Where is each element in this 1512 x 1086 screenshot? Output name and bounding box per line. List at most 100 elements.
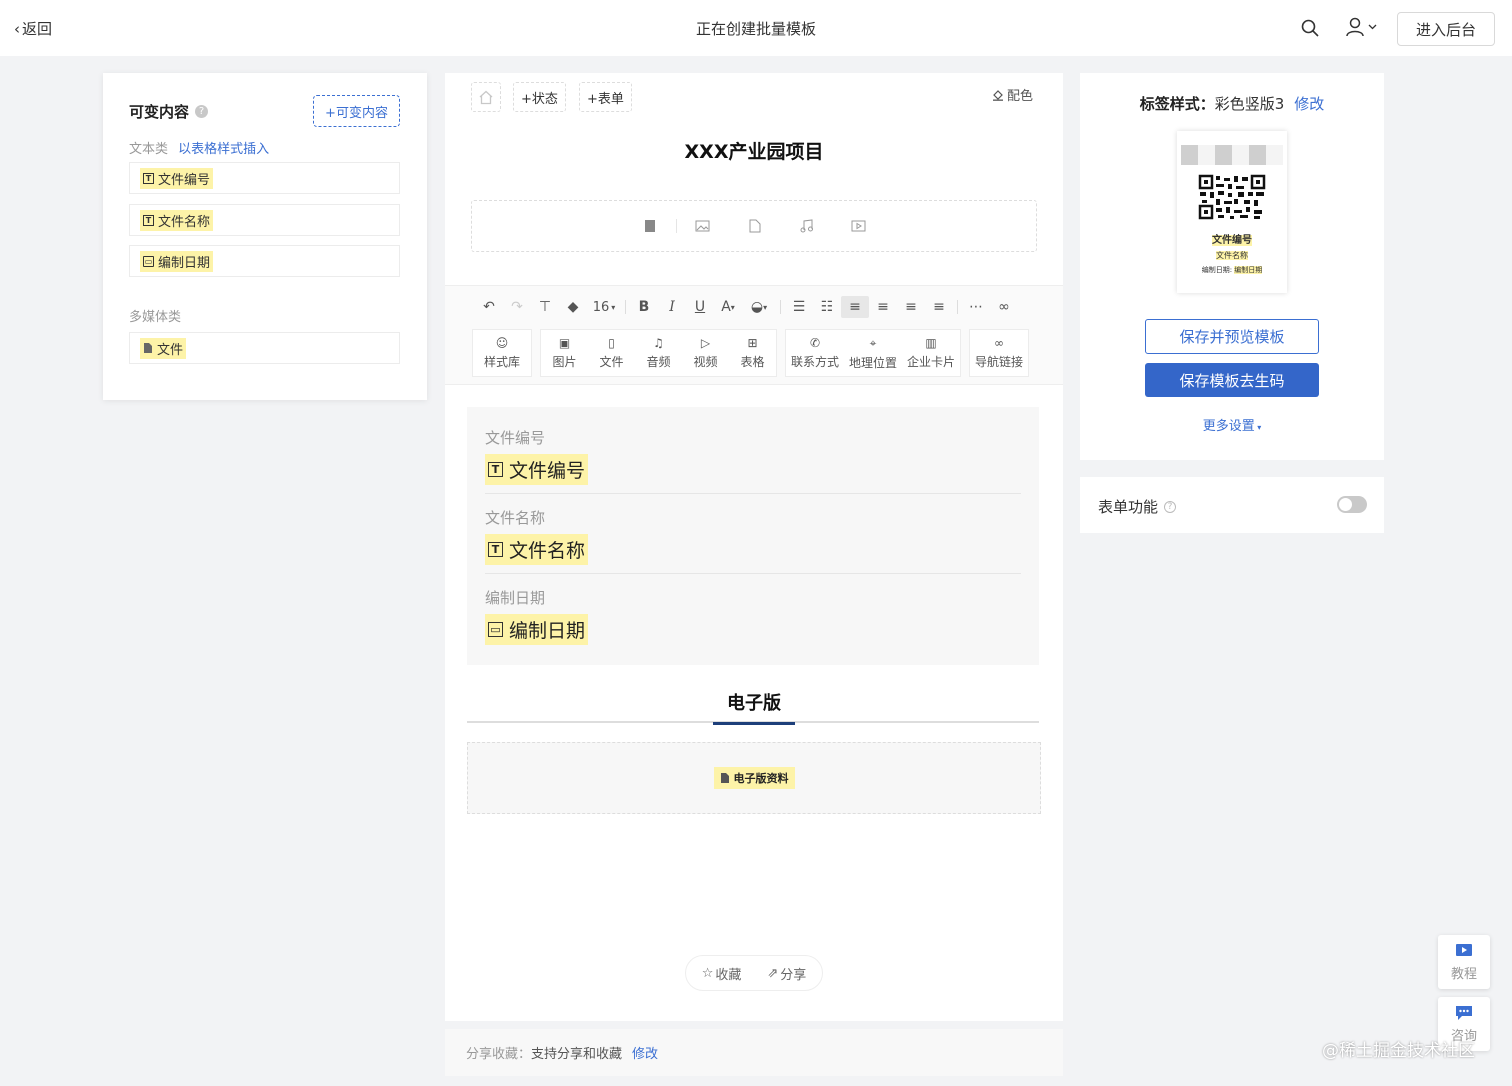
insert-audio-button[interactable]: ♫ 音频 [635,330,682,376]
favorite-label: 收藏 [715,967,742,983]
undo-icon[interactable]: ↶ [475,296,503,318]
align-left-icon[interactable]: ≡ [841,296,869,318]
variable-item-date[interactable]: ▭ 编制日期 [129,245,400,277]
editor-panel: +状态 +表单 配色 XXX产业园项目 ↶ ↷ ⊤ ◆ 16 ▾ B I U A ▾… [445,73,1063,1021]
style-library-label: 样式库 [483,355,520,369]
insert-table-button[interactable]: ⊞ 表格 [729,330,776,376]
file-chip[interactable]: 电子版资料 [713,767,795,789]
share-settings-label: 分享收藏： [466,1047,532,1062]
user-menu[interactable] [1346,17,1377,37]
insert-company-card-button[interactable]: ▥ 企业卡片 [902,330,960,376]
paint-bucket-icon [992,89,1003,101]
enter-admin-button[interactable]: 进入后台 [1397,12,1495,46]
bullet-list-icon[interactable]: ☷ [813,296,841,318]
label-style-value: 彩色竖版3 [1214,95,1285,113]
media-drop-area[interactable] [471,200,1037,252]
label-style-row: 标签样式：彩色竖版3 修改 [1080,93,1384,114]
document-title[interactable]: XXX产业园项目 [445,137,1063,164]
field-value-chip[interactable]: T 文件名称 [485,534,589,565]
variable-item-file[interactable]: 文件 [129,332,400,364]
insert-image-button[interactable]: ▣ 图片 [541,330,588,376]
align-justify-icon[interactable]: ≡ [925,296,953,318]
insert-location-button[interactable]: ⌖ 地理位置 [844,330,902,376]
variable-chip: 文件 [140,337,187,359]
file-drop-area[interactable]: 电子版资料 [467,742,1041,814]
field-date[interactable]: 编制日期 ▭ 编制日期 [485,587,1021,645]
align-center-icon[interactable]: ≡ [869,296,897,318]
editor-toolbar: ↶ ↷ ⊤ ◆ 16 ▾ B I U A ▾ ◒ ▾ ☰ ☷ ≡ ≡ ≡ ≡ ⋯ ∞ … [445,285,1063,385]
tutorial-button[interactable]: 教程 [1438,935,1490,989]
info-group: ✆ 联系方式 ⌖ 地理位置 ▥ 企业卡片 [785,329,961,377]
field-file-name[interactable]: 文件名称 T 文件名称 [485,507,1021,565]
more-settings-label: 更多设置 [1202,419,1255,434]
text-field-icon: T [143,214,154,226]
save-and-preview-button[interactable]: 保存并预览模板 [1145,319,1319,354]
more-settings-link[interactable]: 更多设置 ▾ [1080,415,1384,434]
share-settings-edit-link[interactable]: 修改 [632,1043,658,1062]
file-icon [720,773,729,783]
help-icon[interactable]: ? [195,105,209,118]
text-section-label: 文本类 [129,142,169,157]
ordered-list-icon[interactable]: ☰ [785,296,813,318]
font-color-icon[interactable]: A ▾ [714,296,742,318]
favorite-button[interactable]: ☆ 收藏 [702,964,742,983]
highlight-icon[interactable]: ◒ ▾ [742,296,776,318]
text-field-icon: T [488,462,503,477]
insert-nav-link-button[interactable]: ∞ 导航链接 [970,330,1028,376]
align-right-icon[interactable]: ≡ [897,296,925,318]
variable-content-panel: 可变内容 ? +可变内容 文本类 以表格样式插入 T 文件编号 T 文件名称 ▭ 编制… [103,73,427,400]
insert-as-table-link[interactable]: 以表格样式插入 [178,142,269,157]
add-status-button[interactable]: +状态 [513,82,566,112]
video-icon[interactable] [833,220,885,232]
field-value-chip[interactable]: ▭ 编制日期 [485,614,589,645]
tab-electronic[interactable]: 电子版 [713,689,795,725]
search-icon[interactable] [1300,18,1320,38]
document-icon[interactable] [729,219,781,233]
calendar-icon: ▭ [143,255,154,267]
link-icon[interactable]: ∞ [990,296,1018,318]
insert-nav-link-label: 导航链接 [974,355,1023,369]
text-section-header: 文本类 以表格样式插入 [129,138,269,157]
italic-icon[interactable]: I [658,296,686,318]
insert-table-label: 表格 [740,355,765,369]
home-button[interactable] [471,82,501,112]
save-and-generate-button[interactable]: 保存模板去生码 [1145,363,1319,397]
book-icon[interactable] [624,219,676,233]
label-style-edit-link[interactable]: 修改 [1294,95,1324,113]
color-scheme-button[interactable]: 配色 [992,85,1033,104]
font-size-select[interactable]: 16 ▾ [587,296,621,318]
eraser-icon[interactable]: ◆ [559,296,587,318]
underline-icon[interactable]: U [686,296,714,318]
insert-video-button[interactable]: ▷ 视频 [682,330,729,376]
format-painter-icon[interactable]: ⊤ [531,296,559,318]
field-file-number[interactable]: 文件编号 T 文件编号 [485,427,1021,485]
label-preview-card: 文件编号 文件名称 编制日期: 编制日期 [1177,131,1287,293]
insert-contact-button[interactable]: ✆ 联系方式 [786,330,844,376]
content-fields-block[interactable]: 文件编号 T 文件编号 文件名称 T 文件名称 编制日期 ▭ 编制日期 [467,407,1039,665]
chevron-down-icon [1368,24,1377,30]
field-value: 编制日期 [509,620,586,642]
form-feature-toggle[interactable] [1337,496,1367,513]
variable-item-file-number[interactable]: T 文件编号 [129,162,400,194]
bold-icon[interactable]: B [630,296,658,318]
label-line-date: 编制日期: 编制日期 [1177,265,1287,275]
image-icon[interactable] [677,220,729,232]
help-icon[interactable]: ? [1164,500,1177,513]
chain-link-icon: ∞ [994,336,1004,350]
tab-bar: 电子版 [467,685,1039,725]
palette-icon: ☺ [495,336,509,350]
divider [485,493,1021,494]
add-form-button[interactable]: +表单 [579,82,632,112]
variable-chip: ▭ 编制日期 [140,250,214,272]
music-icon[interactable] [781,219,833,233]
insert-file-button[interactable]: ▯ 文件 [588,330,635,376]
field-value-chip[interactable]: T 文件编号 [485,454,589,485]
share-button[interactable]: ⇗ 分享 [767,964,806,983]
redo-icon[interactable]: ↷ [503,296,531,318]
label-header-pattern [1181,145,1283,165]
home-icon [479,90,493,104]
variable-item-file-name[interactable]: T 文件名称 [129,204,400,236]
horizontal-rule-icon[interactable]: ⋯ [962,296,990,318]
style-library-button[interactable]: ☺ 样式库 [473,330,531,376]
add-variable-button[interactable]: +可变内容 [313,95,400,127]
